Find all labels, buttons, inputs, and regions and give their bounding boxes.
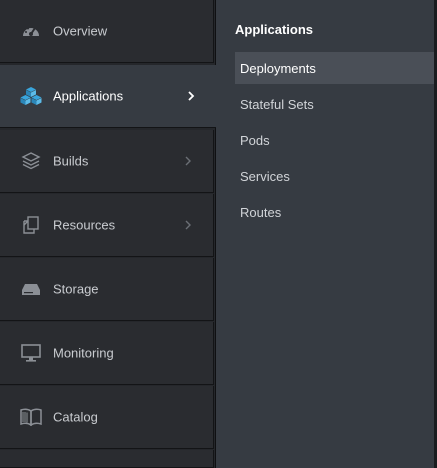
submenu-item-stateful-sets[interactable]: Stateful Sets (235, 88, 434, 120)
submenu-item-deployments[interactable]: Deployments (235, 52, 434, 84)
nav-item-resources[interactable]: Resources (0, 194, 214, 257)
nav-item-label: Catalog (53, 409, 98, 425)
monitor-icon (20, 342, 42, 364)
nav-item-partial (0, 450, 214, 468)
nav-item-label: Builds (53, 153, 89, 169)
files-icon (20, 214, 42, 236)
hard-drive-icon (20, 278, 42, 300)
nav-item-label: Applications (53, 88, 124, 104)
layers-icon (20, 150, 42, 172)
submenu-item-services[interactable]: Services (235, 160, 434, 192)
submenu-item-routes[interactable]: Routes (235, 196, 434, 228)
nav-item-catalog[interactable]: Catalog (0, 386, 214, 449)
submenu-item-pods[interactable]: Pods (235, 124, 434, 156)
nav-item-label: Monitoring (53, 345, 114, 361)
chevron-right-icon (183, 220, 193, 230)
nav-item-storage[interactable]: Storage (0, 258, 214, 321)
nav-item-builds[interactable]: Builds (0, 130, 214, 193)
cubes-icon (20, 85, 42, 107)
nav-item-applications[interactable]: Applications (0, 65, 216, 128)
book-icon (20, 406, 42, 428)
applications-submenu: Applications Deployments Stateful Sets P… (216, 0, 437, 468)
dashboard-gauge-icon (20, 20, 42, 42)
nav-item-label: Storage (53, 281, 99, 297)
nav-item-monitoring[interactable]: Monitoring (0, 322, 214, 385)
nav-item-label: Resources (53, 217, 116, 233)
chevron-right-icon (183, 156, 193, 166)
nav-item-label: Overview (53, 23, 108, 39)
sidebar-nav: Overview Applications Builds Resources S… (0, 0, 216, 468)
nav-item-overview[interactable]: Overview (0, 0, 214, 63)
chevron-right-icon (186, 91, 196, 101)
submenu-title: Applications (235, 22, 314, 37)
